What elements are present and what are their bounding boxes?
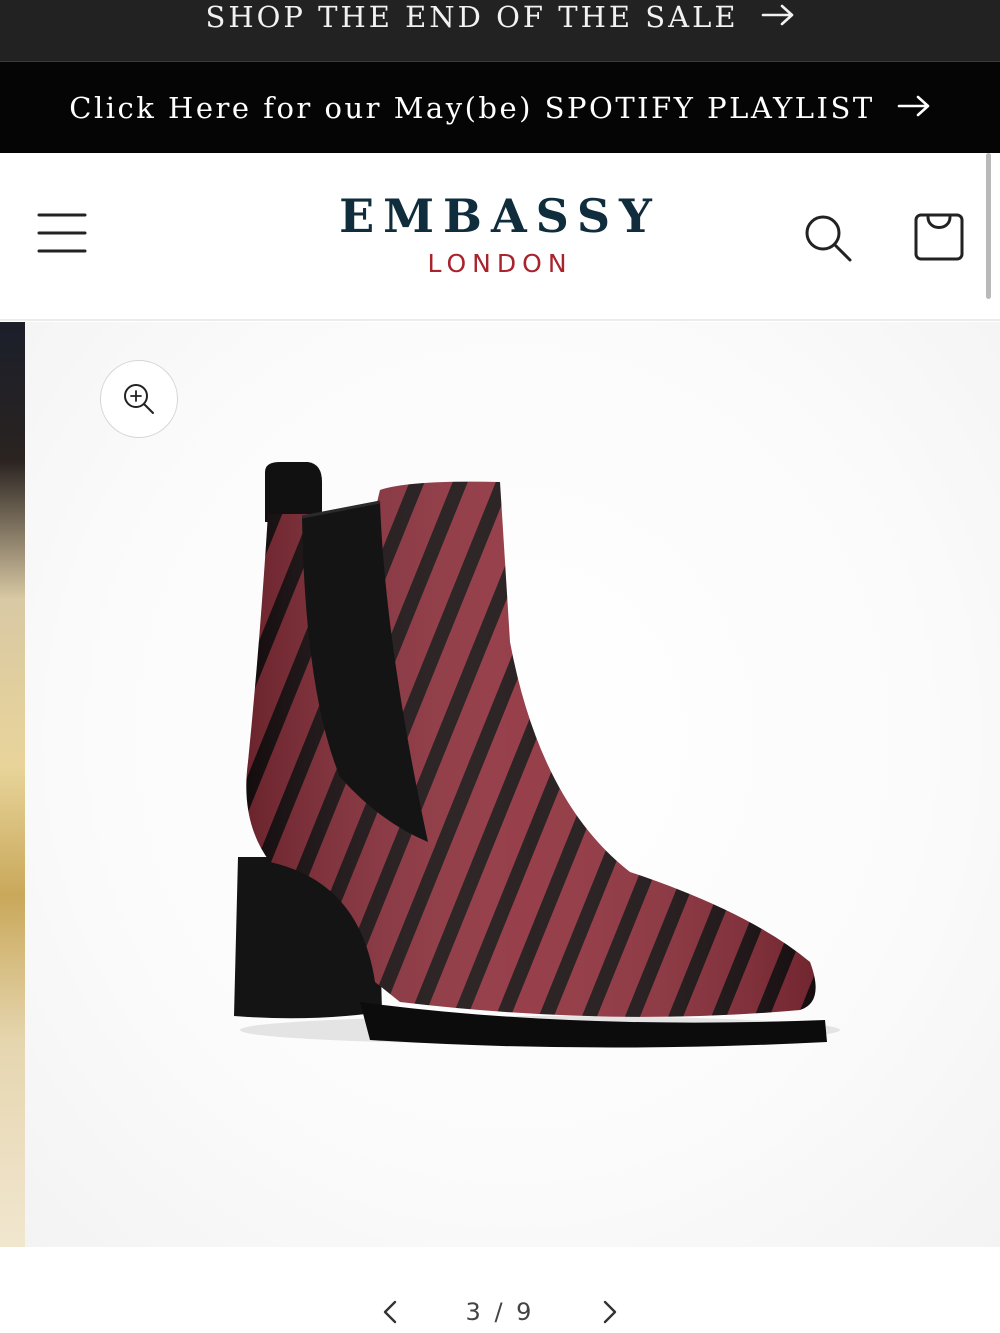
cart-icon bbox=[914, 213, 964, 261]
sale-announcement-text: SHOP THE END OF THE SALE bbox=[205, 0, 739, 34]
arrow-right-icon bbox=[761, 4, 795, 30]
previous-image-button[interactable] bbox=[370, 1292, 410, 1332]
menu-icon bbox=[37, 213, 87, 253]
cart-button[interactable] bbox=[910, 209, 968, 265]
scrollbar-thumb[interactable] bbox=[986, 153, 991, 299]
sale-announcement-bar[interactable]: SHOP THE END OF THE SALE bbox=[0, 0, 1000, 62]
site-header: EMBASSY LONDON bbox=[0, 153, 1000, 321]
chevron-right-icon bbox=[603, 1300, 617, 1324]
chevron-left-icon bbox=[383, 1300, 397, 1324]
playlist-announcement-text: Click Here for our May(be) SPOTIFY PLAYL… bbox=[69, 90, 875, 125]
playlist-announcement-bar[interactable]: Click Here for our May(be) SPOTIFY PLAYL… bbox=[0, 62, 1000, 153]
brand-logo[interactable]: EMBASSY LONDON bbox=[250, 191, 750, 278]
previous-slide-peek[interactable] bbox=[0, 322, 25, 1247]
product-gallery: 3 / 9 bbox=[0, 322, 1000, 1333]
logo-wordmark: EMBASSY bbox=[339, 189, 661, 243]
search-button[interactable] bbox=[800, 211, 856, 263]
zoom-button[interactable] bbox=[100, 360, 178, 438]
menu-button[interactable] bbox=[34, 208, 90, 258]
logo-subtitle: LONDON bbox=[427, 249, 573, 278]
arrow-right-icon bbox=[897, 94, 931, 122]
next-image-button[interactable] bbox=[590, 1292, 630, 1332]
gallery-pagination: 3 / 9 bbox=[0, 1282, 1000, 1333]
slide-counter: 3 / 9 bbox=[465, 1298, 535, 1326]
product-boot-image bbox=[234, 462, 840, 1048]
product-image-slide[interactable] bbox=[25, 322, 1000, 1247]
search-icon bbox=[805, 215, 852, 262]
zoom-in-icon bbox=[124, 384, 154, 414]
